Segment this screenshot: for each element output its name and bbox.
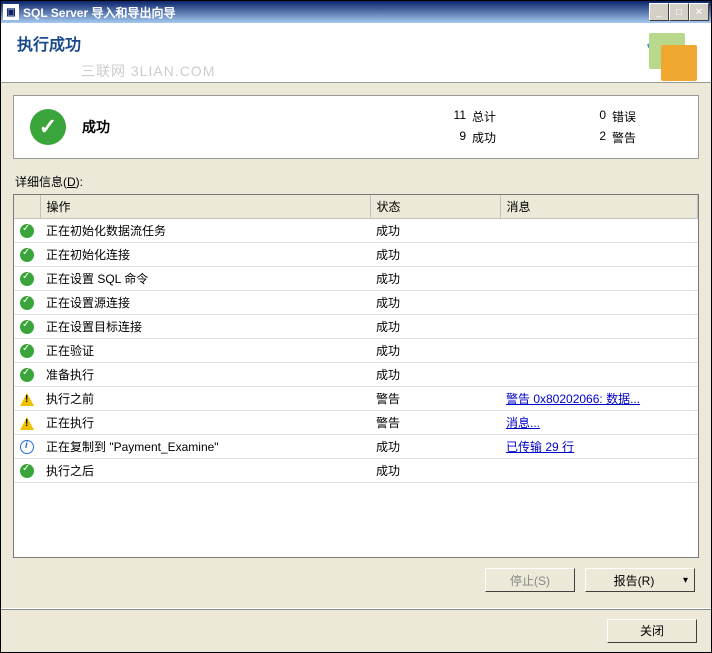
wizard-window: ▣ SQL Server 导入和导出向导 _ □ ✕ 执行成功 三联网 3LIA… [0,0,712,653]
success-icon [20,224,34,238]
stop-button[interactable]: 停止(S) [485,568,575,592]
warning-icon [20,393,34,406]
cell-operation: 执行之后 [40,459,370,483]
minimize-button[interactable]: _ [649,3,669,21]
table-row[interactable]: 执行之后成功 [14,459,698,483]
col-message[interactable]: 消息 [500,195,698,219]
col-icon[interactable] [14,195,40,219]
col-operation[interactable]: 操作 [40,195,370,219]
page-title: 执行成功 [17,31,81,55]
success-icon [20,464,34,478]
table-row[interactable]: 正在初始化连接成功 [14,243,698,267]
cell-status: 警告 [370,411,500,435]
cell-status: 成功 [370,459,500,483]
success-icon [20,368,34,382]
table-row[interactable]: 正在设置 SQL 命令成功 [14,267,698,291]
message-link[interactable]: 警告 0x80202066: 数据... [506,392,640,406]
action-button-row: 停止(S) 报告(R) [13,558,699,596]
cell-status: 成功 [370,435,500,459]
app-icon: ▣ [3,4,19,20]
stat-error: 0错误 [582,108,682,125]
stat-total: 11总计 [442,108,542,125]
maximize-button[interactable]: □ [669,3,689,21]
success-icon [20,344,34,358]
stats-left-col: 11总计 9成功 [442,108,542,146]
cell-operation: 正在设置目标连接 [40,315,370,339]
summary-stats: 11总计 9成功 0错误 2警告 [442,108,682,146]
cell-operation: 正在设置源连接 [40,291,370,315]
header-banner: 执行成功 三联网 3LIAN.COM ✓ [1,23,711,83]
cell-message [500,459,698,483]
table-row[interactable]: 正在复制到 "Payment_Examine"成功已传输 29 行 [14,435,698,459]
cell-status: 成功 [370,291,500,315]
watermark-text: 三联网 3LIAN.COM [81,61,215,81]
cell-status: 成功 [370,267,500,291]
stat-warn: 2警告 [582,129,682,146]
cell-message [500,219,698,243]
cell-operation: 正在验证 [40,339,370,363]
cell-message [500,315,698,339]
titlebar[interactable]: ▣ SQL Server 导入和导出向导 _ □ ✕ [1,1,711,23]
message-link[interactable]: 消息... [506,416,540,430]
header-decoration [643,27,703,79]
details-label: 详细信息(D): [15,173,699,190]
col-status[interactable]: 状态 [370,195,500,219]
cell-operation: 正在初始化数据流任务 [40,219,370,243]
success-icon [20,248,34,262]
table-row[interactable]: 执行之前警告警告 0x80202066: 数据... [14,387,698,411]
deco-square-orange [661,45,697,81]
cell-operation: 准备执行 [40,363,370,387]
warning-icon [20,417,34,430]
message-link[interactable]: 已传输 29 行 [506,440,574,454]
window-title: SQL Server 导入和导出向导 [23,4,649,21]
cell-message [500,243,698,267]
cell-message: 消息... [500,411,698,435]
cell-message [500,339,698,363]
details-grid[interactable]: 操作 状态 消息 正在初始化数据流任务成功正在初始化连接成功正在设置 SQL 命… [13,194,699,558]
cell-operation: 执行之前 [40,387,370,411]
table-row[interactable]: 准备执行成功 [14,363,698,387]
window-controls: _ □ ✕ [649,3,709,21]
cell-operation: 正在设置 SQL 命令 [40,267,370,291]
table-row[interactable]: 正在执行警告消息... [14,411,698,435]
success-icon [30,109,66,145]
success-icon [20,320,34,334]
info-icon [20,440,34,454]
summary-title: 成功 [82,117,442,137]
cell-message [500,267,698,291]
table-row[interactable]: 正在设置源连接成功 [14,291,698,315]
cell-message: 警告 0x80202066: 数据... [500,387,698,411]
close-button[interactable]: ✕ [689,3,709,21]
cell-status: 成功 [370,363,500,387]
summary-box: 成功 11总计 9成功 0错误 2警告 [13,95,699,159]
footer-bar: 关闭 [1,608,711,652]
success-icon [20,296,34,310]
cell-status: 成功 [370,315,500,339]
cell-operation: 正在初始化连接 [40,243,370,267]
cell-operation: 正在执行 [40,411,370,435]
success-icon [20,272,34,286]
cell-message [500,291,698,315]
close-wizard-button[interactable]: 关闭 [607,619,697,643]
cell-message: 已传输 29 行 [500,435,698,459]
stat-success: 9成功 [442,129,542,146]
content-area: 成功 11总计 9成功 0错误 2警告 详细信息(D): 操 [1,83,711,608]
table-row[interactable]: 正在设置目标连接成功 [14,315,698,339]
stats-right-col: 0错误 2警告 [582,108,682,146]
details-table: 操作 状态 消息 正在初始化数据流任务成功正在初始化连接成功正在设置 SQL 命… [14,195,698,483]
cell-message [500,363,698,387]
cell-operation: 正在复制到 "Payment_Examine" [40,435,370,459]
report-button[interactable]: 报告(R) [585,568,695,592]
cell-status: 成功 [370,339,500,363]
cell-status: 成功 [370,219,500,243]
table-row[interactable]: 正在验证成功 [14,339,698,363]
cell-status: 成功 [370,243,500,267]
table-row[interactable]: 正在初始化数据流任务成功 [14,219,698,243]
cell-status: 警告 [370,387,500,411]
